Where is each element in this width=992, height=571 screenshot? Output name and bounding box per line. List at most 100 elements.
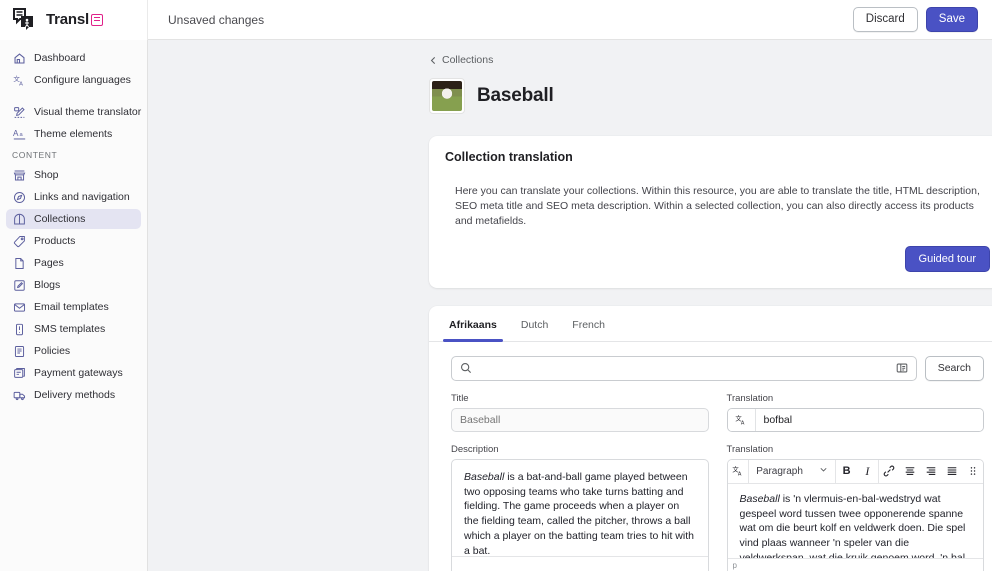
bold-button[interactable]: B: [836, 460, 857, 484]
sidebar-item-label: Products: [34, 235, 76, 247]
tag-icon: [12, 234, 26, 248]
sidebar-item-dashboard[interactable]: Dashboard: [6, 48, 141, 68]
italic-label: I: [865, 463, 870, 478]
sidebar-item-label: Configure languages: [34, 74, 131, 86]
align-right-icon[interactable]: [920, 460, 941, 484]
page-body: Dashboard 文 A Configure languages Visual…: [0, 40, 992, 571]
align-justify-icon[interactable]: [941, 460, 962, 484]
sidebar-item-collections[interactable]: Collections: [6, 209, 141, 229]
description-textarea[interactable]: Baseball is a bat-and-ball game played b…: [451, 458, 709, 571]
translation-lead-italic: Baseball: [739, 492, 780, 505]
svg-text:A: A: [738, 472, 742, 478]
sidebar-item-visual-theme-translator[interactable]: Visual theme translator: [6, 102, 141, 122]
search-field-wrapper[interactable]: [451, 355, 917, 381]
bold-label: B: [842, 465, 851, 478]
brand-label: Transl: [46, 11, 89, 28]
title-input[interactable]: [451, 407, 709, 432]
translation-card: Afrikaans Dutch French Search Title Base…: [429, 305, 992, 571]
sidebar-item-payment-gateways[interactable]: Payment gateways: [6, 363, 141, 383]
block-format-select[interactable]: Paragraph: [749, 460, 835, 484]
sidebar-item-sms-templates[interactable]: SMS templates: [6, 319, 141, 339]
tab-french[interactable]: French: [562, 306, 615, 341]
sidebar-item-label: Policies: [34, 345, 71, 357]
sidebar-item-policies[interactable]: Policies: [6, 341, 141, 361]
sidebar-item-shop[interactable]: Shop: [6, 165, 141, 185]
transl-logo-icon: [12, 7, 40, 32]
page-title: Baseball: [477, 85, 554, 106]
sidebar-item-products[interactable]: Products: [6, 231, 141, 251]
search-button[interactable]: Search: [924, 355, 984, 381]
sidebar-item-email-templates[interactable]: Email templates: [6, 297, 141, 317]
tab-dutch[interactable]: Dutch: [511, 306, 558, 341]
align-left-icon[interactable]: [900, 460, 921, 484]
link-icon[interactable]: [879, 460, 900, 484]
tab-afrikaans[interactable]: Afrikaans: [439, 306, 507, 342]
block-format-value: Paragraph: [756, 465, 803, 477]
sidebar-item-delivery-methods[interactable]: Delivery methods: [6, 385, 141, 405]
sidebar-item-pages[interactable]: Pages: [6, 253, 141, 273]
top-bar: Transl Unsaved changes Discard Save: [0, 0, 992, 40]
app-logo[interactable]: Transl: [0, 0, 148, 40]
transl-badge-icon: [91, 13, 103, 26]
translate-icon[interactable]: 文 A: [728, 460, 749, 484]
compass-icon: [12, 190, 26, 204]
sidebar-item-label: Delivery methods: [34, 389, 116, 401]
title-translation-input[interactable]: [755, 408, 983, 431]
sidebar-item-links-and-navigation[interactable]: Links and navigation: [6, 187, 141, 207]
baseball-image: [432, 81, 462, 111]
title-label: Title: [451, 392, 469, 404]
italic-button[interactable]: I: [857, 460, 878, 484]
sidebar-item-label: Theme elements: [34, 128, 113, 140]
collection-icon: [12, 212, 26, 226]
main-content: Collections Baseball Collection translat…: [148, 40, 992, 571]
description-body-text: is a bat-and-ball game played between tw…: [464, 470, 694, 558]
sidebar-item-label: Shop: [34, 169, 59, 181]
description-label: Description: [451, 443, 499, 455]
sidebar-item-label: Visual theme translator: [34, 106, 142, 118]
breadcrumb[interactable]: Collections: [429, 54, 493, 66]
sidebar-divider-gap: [0, 92, 147, 102]
sidebar-item-label: SMS templates: [34, 323, 106, 335]
sidebar-item-label: Pages: [34, 257, 64, 269]
sidebar-item-configure-languages[interactable]: 文 A Configure languages: [6, 70, 141, 90]
theme-edit-icon: [12, 105, 26, 119]
translate-icon[interactable]: 文 A: [727, 408, 756, 431]
breadcrumb-label: Collections: [442, 54, 494, 66]
store-icon: [12, 168, 26, 182]
search-row: Search: [429, 342, 992, 381]
chevron-left-icon: [429, 56, 438, 65]
discard-button[interactable]: Discard: [852, 6, 918, 33]
sidebar-item-blogs[interactable]: Blogs: [6, 275, 141, 295]
sidebar-item-label: Email templates: [34, 301, 109, 313]
save-button[interactable]: Save: [925, 6, 978, 33]
editor-node-path: p: [732, 560, 737, 570]
title-translation-group: 文 A: [726, 407, 984, 432]
sidebar-item-theme-elements[interactable]: A a Theme elements: [6, 124, 141, 144]
page-header: Baseball: [429, 78, 992, 114]
drag-handle-icon[interactable]: [962, 460, 983, 484]
top-bar-actions: Discard Save: [852, 6, 978, 33]
card-description: Here you can translate your collections.…: [455, 185, 980, 228]
translate-icon: 文 A: [12, 73, 26, 87]
description-footer-bar: [452, 555, 708, 571]
sidebar: Dashboard 文 A Configure languages Visual…: [0, 40, 148, 571]
page-icon: [12, 256, 26, 270]
sidebar-section-content: CONTENT: [12, 150, 58, 160]
description-column: Description Baseball is a bat-and-ball g…: [451, 444, 709, 571]
guided-tour-button[interactable]: Guided tour: [904, 245, 990, 272]
sidebar-item-label: Links and navigation: [34, 191, 130, 203]
envelope-icon: [12, 300, 26, 314]
top-bar-main: Unsaved changes Discard Save: [148, 0, 992, 40]
title-translation-column: Translation 文 A: [726, 393, 984, 432]
collection-thumbnail: [429, 78, 465, 114]
chevron-down-icon: [819, 465, 828, 477]
layout-panel-icon[interactable]: [896, 362, 909, 375]
rich-text-editor: 文 A Paragraph B I Baseball is 'n vlermui…: [726, 458, 984, 571]
phone-icon: [12, 322, 26, 336]
blog-icon: [12, 278, 26, 292]
font-size-icon: A a: [12, 127, 26, 141]
title-fields-row: Title Translation 文 A: [429, 381, 992, 432]
svg-text:a: a: [19, 132, 23, 138]
payment-icon: [12, 366, 26, 380]
search-input[interactable]: [478, 362, 890, 375]
